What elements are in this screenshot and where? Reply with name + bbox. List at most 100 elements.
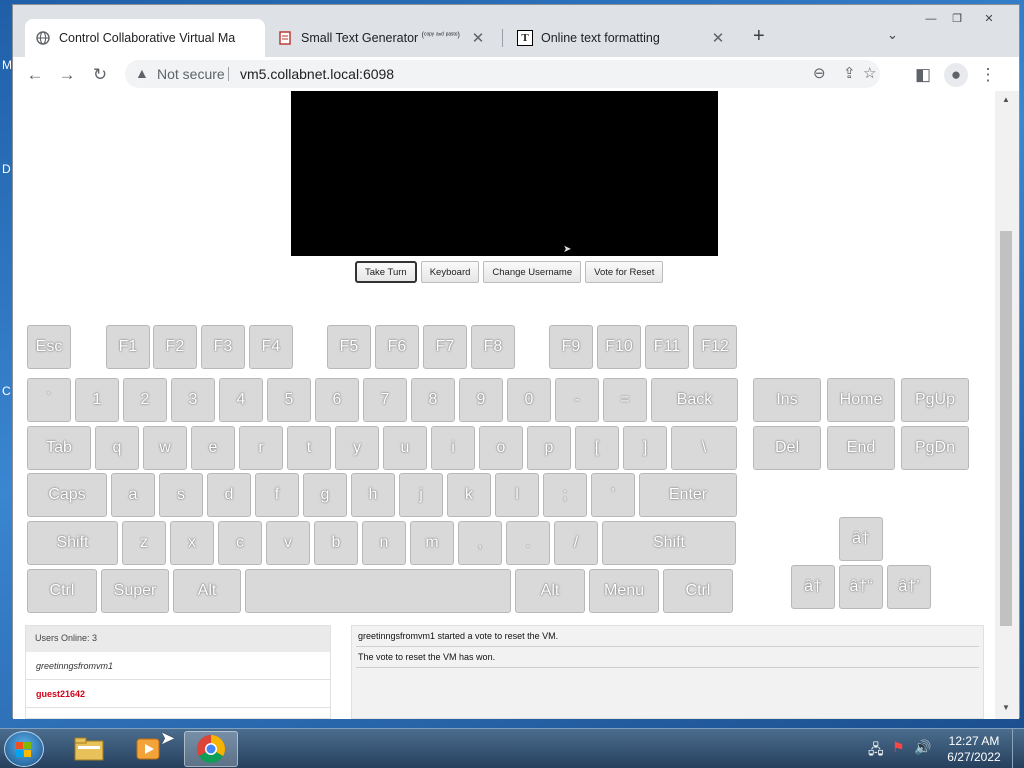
key-f11[interactable]: F11 bbox=[645, 325, 689, 369]
back-arrow-icon[interactable]: ← bbox=[23, 63, 47, 87]
key-v-1[interactable]: v bbox=[266, 521, 310, 565]
key-7[interactable]: 7 bbox=[363, 378, 407, 422]
key-end[interactable]: End bbox=[827, 426, 895, 470]
key-t[interactable]: t bbox=[287, 426, 331, 470]
key-x2d[interactable]: - bbox=[555, 378, 599, 422]
key-n-1[interactable]: n bbox=[362, 521, 406, 565]
key-arrow-left[interactable]: â† bbox=[791, 565, 835, 609]
close-window-button[interactable]: ✕ bbox=[975, 11, 1003, 29]
key-esc[interactable]: Esc bbox=[27, 325, 71, 369]
tab-online-text-formatting[interactable]: T Online text formatting ✕ bbox=[507, 19, 737, 57]
reload-icon[interactable]: ↻ bbox=[88, 63, 112, 87]
vm-display[interactable] bbox=[291, 91, 718, 256]
key-f1[interactable]: F1 bbox=[106, 325, 150, 369]
key-3[interactable]: 3 bbox=[171, 378, 215, 422]
key-x5d[interactable]: ] bbox=[623, 426, 667, 470]
key-j[interactable]: j bbox=[399, 473, 443, 517]
user-list-item[interactable]: guest21642 bbox=[26, 680, 330, 708]
key-i[interactable]: i bbox=[431, 426, 475, 470]
key-f10[interactable]: F10 bbox=[597, 325, 641, 369]
key-space-3[interactable] bbox=[245, 569, 511, 613]
key-alt-2[interactable]: Alt bbox=[173, 569, 241, 613]
key-x2e-1[interactable]: . bbox=[506, 521, 550, 565]
key-p[interactable]: p bbox=[527, 426, 571, 470]
key-super-1[interactable]: Super bbox=[101, 569, 169, 613]
action-center-icon[interactable]: ⚑ bbox=[892, 739, 905, 756]
key-ctrl-0[interactable]: Ctrl bbox=[27, 569, 97, 613]
tab-collaborative-vm[interactable]: Control Collaborative Virtual Ma bbox=[25, 19, 265, 57]
key-x5c[interactable]: \ bbox=[671, 426, 737, 470]
key-arrow-up[interactable]: â† bbox=[839, 517, 883, 561]
key-f7[interactable]: F7 bbox=[423, 325, 467, 369]
key-pgdn[interactable]: PgDn bbox=[901, 426, 969, 470]
file-explorer-taskbar-button[interactable] bbox=[62, 731, 116, 767]
key-caps[interactable]: Caps bbox=[27, 473, 107, 517]
key-0[interactable]: 0 bbox=[507, 378, 551, 422]
key-f6[interactable]: F6 bbox=[375, 325, 419, 369]
key-back[interactable]: Back bbox=[651, 378, 738, 422]
zoom-icon[interactable]: ⊖ bbox=[813, 64, 826, 82]
address-bar[interactable]: ▲ Not secure vm5.collabnet.local:6098 ⊖ … bbox=[125, 60, 880, 88]
key-w[interactable]: w bbox=[143, 426, 187, 470]
key-x3b[interactable]: ; bbox=[543, 473, 587, 517]
key-1[interactable]: 1 bbox=[75, 378, 119, 422]
scroll-up-icon[interactable]: ▲ bbox=[1002, 95, 1010, 104]
key-d[interactable]: d bbox=[207, 473, 251, 517]
key-ctrl-6[interactable]: Ctrl bbox=[663, 569, 733, 613]
key-f5[interactable]: F5 bbox=[327, 325, 371, 369]
key-l[interactable]: l bbox=[495, 473, 539, 517]
key-x2c-1[interactable]: , bbox=[458, 521, 502, 565]
start-button[interactable] bbox=[4, 731, 44, 767]
minimize-button[interactable]: — bbox=[917, 11, 945, 29]
key-arrow-down[interactable]: â†“ bbox=[839, 565, 883, 609]
key-x5b[interactable]: [ bbox=[575, 426, 619, 470]
key-q[interactable]: q bbox=[95, 426, 139, 470]
key-f2[interactable]: F2 bbox=[153, 325, 197, 369]
key-k[interactable]: k bbox=[447, 473, 491, 517]
menu-kebab-icon[interactable]: ⋮ bbox=[976, 63, 1000, 87]
chrome-taskbar-button[interactable] bbox=[184, 731, 238, 767]
key-y[interactable]: y bbox=[335, 426, 379, 470]
key-home[interactable]: Home bbox=[827, 378, 895, 422]
key-ins[interactable]: Ins bbox=[753, 378, 821, 422]
key-f9[interactable]: F9 bbox=[549, 325, 593, 369]
tab-search-chevron-icon[interactable]: ⌄ bbox=[887, 27, 898, 43]
key-e[interactable]: e bbox=[191, 426, 235, 470]
scroll-down-icon[interactable]: ▼ bbox=[1002, 703, 1010, 712]
key-x2f-1[interactable]: / bbox=[554, 521, 598, 565]
key-tab[interactable]: Tab bbox=[27, 426, 91, 470]
key-g[interactable]: g bbox=[303, 473, 347, 517]
key-del[interactable]: Del bbox=[753, 426, 821, 470]
key-menu-5[interactable]: Menu bbox=[589, 569, 659, 613]
key-pgup[interactable]: PgUp bbox=[901, 378, 969, 422]
key-x3d[interactable]: = bbox=[603, 378, 647, 422]
page-scrollbar[interactable]: ▲ ▼ bbox=[995, 91, 1019, 719]
key-arrow-right[interactable]: â†’ bbox=[887, 565, 931, 609]
bookmark-star-icon[interactable]: ☆ bbox=[863, 64, 876, 82]
key-f8[interactable]: F8 bbox=[471, 325, 515, 369]
user-list-item[interactable]: greetinngsfromvm1 bbox=[26, 652, 330, 680]
key-5[interactable]: 5 bbox=[267, 378, 311, 422]
close-icon[interactable]: ✕ bbox=[709, 29, 727, 47]
key-8[interactable]: 8 bbox=[411, 378, 455, 422]
take-turn-button[interactable]: Take Turn bbox=[355, 261, 417, 283]
system-clock[interactable]: 12:27 AM 6/27/2022 bbox=[944, 733, 1004, 765]
maximize-button[interactable]: ❐ bbox=[943, 11, 971, 29]
close-icon[interactable]: ✕ bbox=[469, 29, 487, 47]
key-f4[interactable]: F4 bbox=[249, 325, 293, 369]
change-username-button[interactable]: Change Username bbox=[483, 261, 582, 283]
side-panel-icon[interactable]: ◧ bbox=[911, 63, 935, 87]
volume-icon[interactable]: 🔊 bbox=[914, 739, 931, 756]
key-b-1[interactable]: b bbox=[314, 521, 358, 565]
key-f[interactable]: f bbox=[255, 473, 299, 517]
key-6[interactable]: 6 bbox=[315, 378, 359, 422]
show-desktop-button[interactable] bbox=[1012, 729, 1024, 768]
share-icon[interactable]: ⇪ bbox=[843, 64, 856, 82]
key-m-1[interactable]: m bbox=[410, 521, 454, 565]
key-f3[interactable]: F3 bbox=[201, 325, 245, 369]
new-tab-button[interactable]: + bbox=[753, 25, 765, 48]
key-9[interactable]: 9 bbox=[459, 378, 503, 422]
tab-small-text-generator[interactable]: Small Text Generator (ᶜᵒᵖʸ ᵃⁿᵈ ᵖᵃˢᵗᵉ) ✕ bbox=[267, 19, 497, 57]
key-2[interactable]: 2 bbox=[123, 378, 167, 422]
key-a[interactable]: a bbox=[111, 473, 155, 517]
